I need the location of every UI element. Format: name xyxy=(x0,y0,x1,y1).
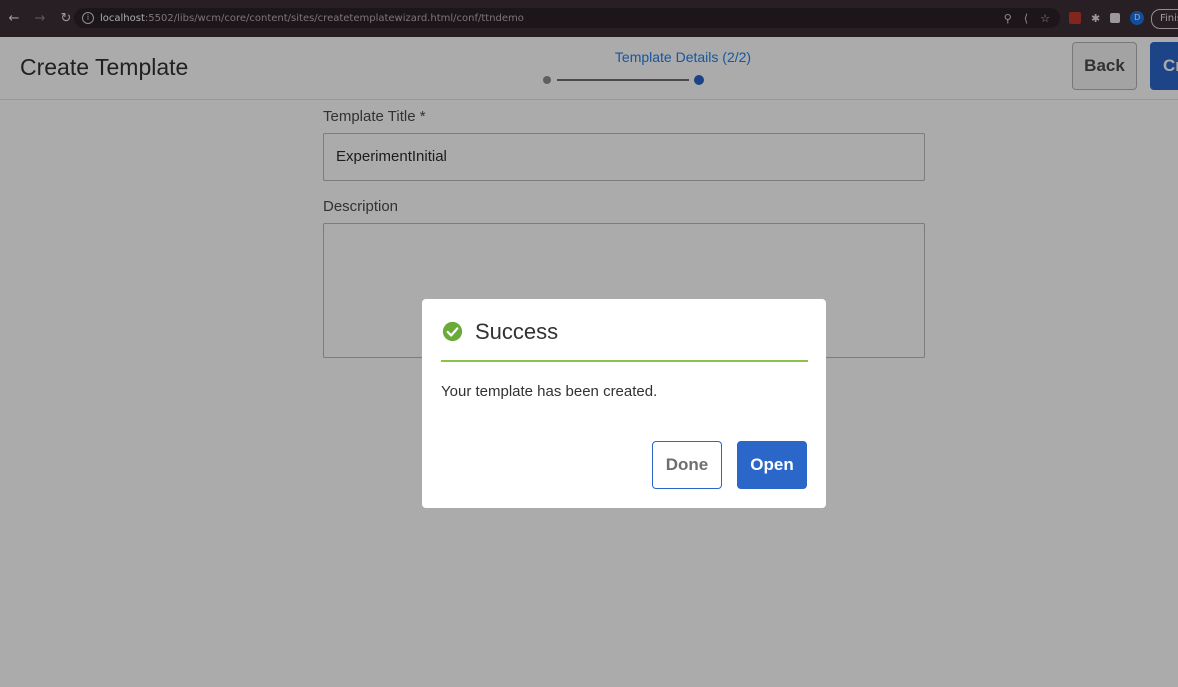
open-button[interactable]: Open xyxy=(737,441,807,489)
success-dialog: Success Your template has been created. … xyxy=(422,299,826,508)
check-circle-icon xyxy=(442,321,463,342)
dialog-message: Your template has been created. xyxy=(441,383,658,400)
done-button[interactable]: Done xyxy=(652,441,722,489)
dialog-title: Success xyxy=(475,319,559,344)
dialog-divider xyxy=(441,360,808,362)
